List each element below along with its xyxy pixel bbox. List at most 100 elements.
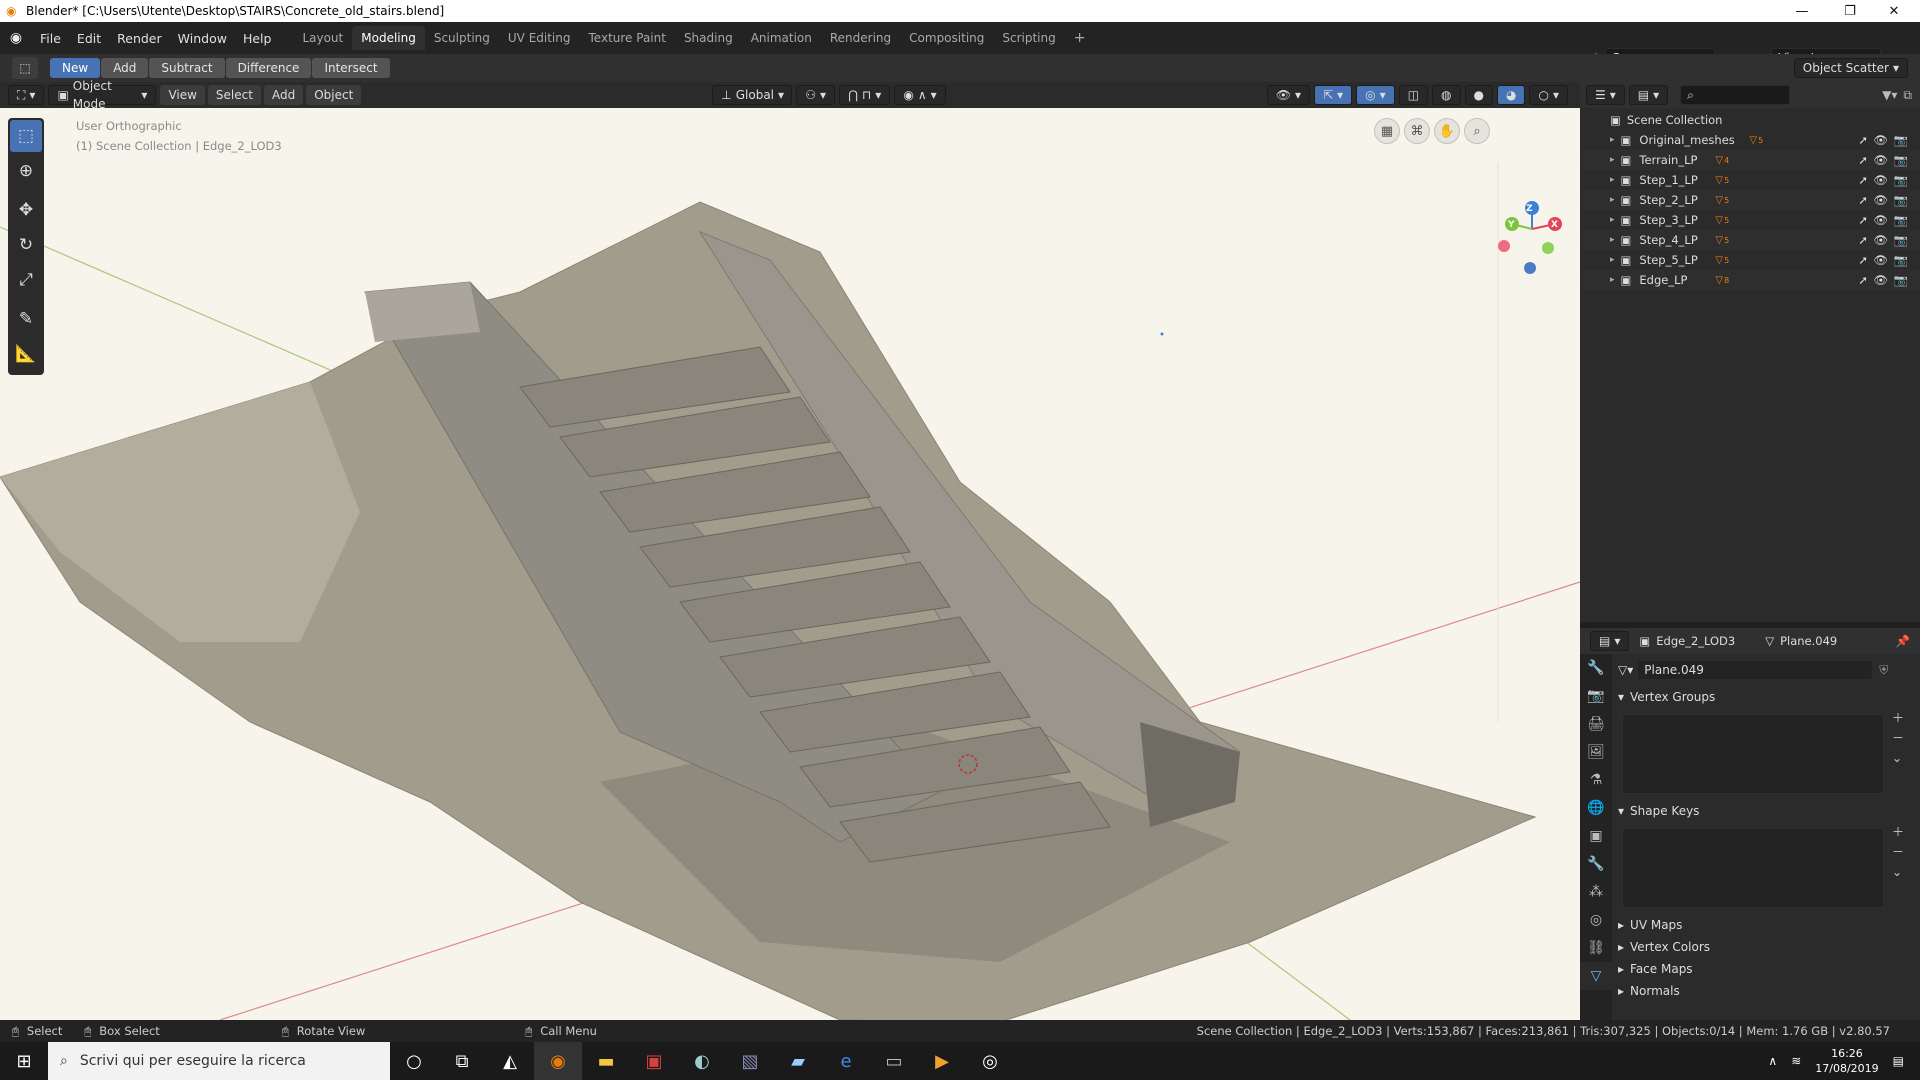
notifications-icon[interactable]: ▤ xyxy=(1893,1054,1904,1068)
overlay-toggle[interactable]: ◎ ▾ xyxy=(1356,85,1395,105)
add-shape-key-icon[interactable]: ＋ xyxy=(1892,822,1904,842)
properties-editor-type[interactable]: ▤ ▾ xyxy=(1590,631,1630,651)
breadcrumb-mesh[interactable]: Plane.049 xyxy=(1780,634,1837,648)
cursor-tool-icon[interactable]: ⊕ xyxy=(10,155,42,187)
shading-material[interactable]: ◕ xyxy=(1497,85,1526,105)
disclosure-triangle-icon[interactable]: ▸ xyxy=(1610,255,1615,265)
outliner-row[interactable]: ▸ ▣ Edge_LP ▽ 8 ➚ 👁 📷 xyxy=(1580,270,1920,290)
move-tool-icon[interactable]: ✥ xyxy=(10,194,42,226)
modifier-tab-icon[interactable]: 🔧 xyxy=(1580,850,1612,878)
media-player-icon[interactable]: ▶ xyxy=(918,1042,966,1080)
camera-icon[interactable]: 📷 xyxy=(1894,273,1908,287)
vertex-groups-panel-header[interactable]: ▾ Vertex Groups xyxy=(1618,686,1914,708)
snap-dropdown[interactable]: ⋂ ⊓ ▾ xyxy=(839,85,891,105)
outliner-row[interactable]: ▸ ▣ Step_1_LP ▽ 5 ➚ 👁 📷 xyxy=(1580,170,1920,190)
view-layer-tab-icon[interactable]: 🖼 xyxy=(1580,738,1612,766)
app-target-icon[interactable]: ◎ xyxy=(966,1042,1014,1080)
outliner-row[interactable]: ▸ ▣ Original_meshes ▽ 5 ➚ 👁 📷 xyxy=(1580,130,1920,150)
physics-tab-icon[interactable]: ◎ xyxy=(1580,906,1612,934)
cortana-icon[interactable]: ○ xyxy=(390,1042,438,1080)
gizmo-x-label[interactable]: X xyxy=(1551,220,1558,230)
windows-start-icon[interactable]: ⊞ xyxy=(0,1042,48,1080)
constraints-tab-icon[interactable]: ⛓ xyxy=(1580,934,1612,962)
menu-add[interactable]: Add xyxy=(263,85,304,105)
tab-sculpting[interactable]: Sculpting xyxy=(425,26,499,50)
tab-layout[interactable]: Layout xyxy=(293,26,352,50)
edge-browser-icon[interactable]: e xyxy=(822,1042,870,1080)
mesh-name-field[interactable]: Plane.049 xyxy=(1637,660,1874,680)
scene-tab-icon[interactable]: ⚗ xyxy=(1580,766,1612,794)
vertex-colors-panel-header[interactable]: ▸ Vertex Colors xyxy=(1618,936,1914,958)
camera-icon[interactable]: 📷 xyxy=(1894,153,1908,167)
gizmo-z-label[interactable]: Z xyxy=(1526,204,1533,214)
boolean-intersect-button[interactable]: Intersect xyxy=(312,58,390,78)
eye-icon[interactable]: 👁 xyxy=(1873,253,1888,267)
disclosure-triangle-icon[interactable]: ▸ xyxy=(1610,155,1615,165)
tab-rendering[interactable]: Rendering xyxy=(821,26,900,50)
select-box-tool-icon[interactable]: ⬚ xyxy=(10,120,42,152)
scene-collection-row[interactable]: ▣ Scene Collection xyxy=(1580,110,1920,130)
selectable-arrow-icon[interactable]: ➚ xyxy=(1858,253,1868,267)
disclosure-triangle-icon[interactable]: ▸ xyxy=(1610,235,1615,245)
menu-render[interactable]: Render xyxy=(109,31,170,46)
menu-help[interactable]: Help xyxy=(235,31,280,46)
selectable-arrow-icon[interactable]: ➚ xyxy=(1858,133,1868,147)
normals-panel-header[interactable]: ▸ Normals xyxy=(1618,980,1914,1002)
zoom-icon[interactable]: ⌕ xyxy=(1464,118,1490,144)
3d-viewport[interactable]: Z X Y User Orthographic (1) Scene Collec… xyxy=(0,82,1580,1020)
outliner-row[interactable]: ▸ ▣ Step_4_LP ▽ 5 ➚ 👁 📷 xyxy=(1580,230,1920,250)
camera-view-icon[interactable]: ⌘ xyxy=(1404,118,1430,144)
scale-tool-icon[interactable]: ⤢ xyxy=(10,264,42,296)
outliner-row[interactable]: ▸ ▣ Step_3_LP ▽ 5 ➚ 👁 📷 xyxy=(1580,210,1920,230)
disclosure-triangle-icon[interactable]: ▸ xyxy=(1610,135,1615,145)
camera-icon[interactable]: 📷 xyxy=(1894,173,1908,187)
object-tab-icon[interactable]: ▣ xyxy=(1580,822,1612,850)
rotate-tool-icon[interactable]: ↻ xyxy=(10,229,42,261)
active-tool-icon[interactable]: ⬚ xyxy=(12,57,38,79)
eye-icon[interactable]: 👁 xyxy=(1873,193,1888,207)
pivot-point-dropdown[interactable]: ⚇ ▾ xyxy=(796,85,836,105)
proportional-edit-dropdown[interactable]: ◉ ∧ ▾ xyxy=(894,85,946,105)
unity-icon[interactable]: ◭ xyxy=(486,1042,534,1080)
app-window-icon[interactable]: ▭ xyxy=(870,1042,918,1080)
gizmo-y-label[interactable]: Y xyxy=(1508,220,1515,230)
object-scatter-menu[interactable]: Object Scatter ▾ xyxy=(1793,58,1908,78)
shape-key-menu-icon[interactable]: ⌄ xyxy=(1892,862,1904,882)
close-window-button[interactable]: ✕ xyxy=(1872,0,1916,22)
filter-icon[interactable]: ▼▾ xyxy=(1882,88,1897,102)
menu-object[interactable]: Object xyxy=(306,85,362,105)
eye-icon[interactable]: 👁 xyxy=(1873,153,1888,167)
outliner-row[interactable]: ▸ ▣ Step_5_LP ▽ 5 ➚ 👁 📷 xyxy=(1580,250,1920,270)
boolean-add-button[interactable]: Add xyxy=(101,58,149,78)
vertex-groups-list[interactable] xyxy=(1622,714,1884,794)
tab-shading[interactable]: Shading xyxy=(675,26,742,50)
shape-keys-panel-header[interactable]: ▾ Shape Keys xyxy=(1618,800,1914,822)
selectable-arrow-icon[interactable]: ➚ xyxy=(1858,193,1868,207)
add-vertex-group-icon[interactable]: ＋ xyxy=(1892,708,1904,728)
measure-tool-icon[interactable]: 📐 xyxy=(10,338,42,370)
editor-type-menu[interactable]: ⛶ ▾ xyxy=(8,85,45,105)
tab-texture-paint[interactable]: Texture Paint xyxy=(580,26,675,50)
tab-modeling[interactable]: Modeling xyxy=(352,26,425,50)
app-image-icon[interactable]: ▧ xyxy=(726,1042,774,1080)
tray-chevron-up-icon[interactable]: ∧ xyxy=(1768,1054,1777,1068)
disclosure-triangle-icon[interactable]: ▸ xyxy=(1610,275,1615,285)
file-explorer-icon[interactable]: ▬ xyxy=(582,1042,630,1080)
outliner-row[interactable]: ▸ ▣ Terrain_LP ▽ 4 ➚ 👁 📷 xyxy=(1580,150,1920,170)
gizmo-toggle[interactable]: ⇱ ▾ xyxy=(1314,85,1353,105)
transform-orientation-dropdown[interactable]: ⊥ Global ▾ xyxy=(712,85,793,105)
tab-uv-editing[interactable]: UV Editing xyxy=(499,26,580,50)
blender-taskbar-icon[interactable]: ◉ xyxy=(534,1042,582,1080)
visibility-dropdown[interactable]: 👁 ▾ xyxy=(1266,85,1311,105)
boolean-new-button[interactable]: New xyxy=(50,58,101,78)
outliner-editor-type[interactable]: ☰ ▾ xyxy=(1586,85,1625,105)
camera-icon[interactable]: 📷 xyxy=(1894,133,1908,147)
menu-window[interactable]: Window xyxy=(170,31,235,46)
shading-wireframe[interactable]: ◍ xyxy=(1432,85,1461,105)
toggle-ortho-grid-icon[interactable]: ▦ xyxy=(1374,118,1400,144)
remove-shape-key-icon[interactable]: － xyxy=(1892,842,1904,862)
annotate-tool-icon[interactable]: ✎ xyxy=(10,303,42,335)
shading-solid[interactable]: ● xyxy=(1464,85,1493,105)
fake-user-icon[interactable]: ⛨ xyxy=(1879,663,1888,678)
remove-vertex-group-icon[interactable]: － xyxy=(1892,728,1904,748)
